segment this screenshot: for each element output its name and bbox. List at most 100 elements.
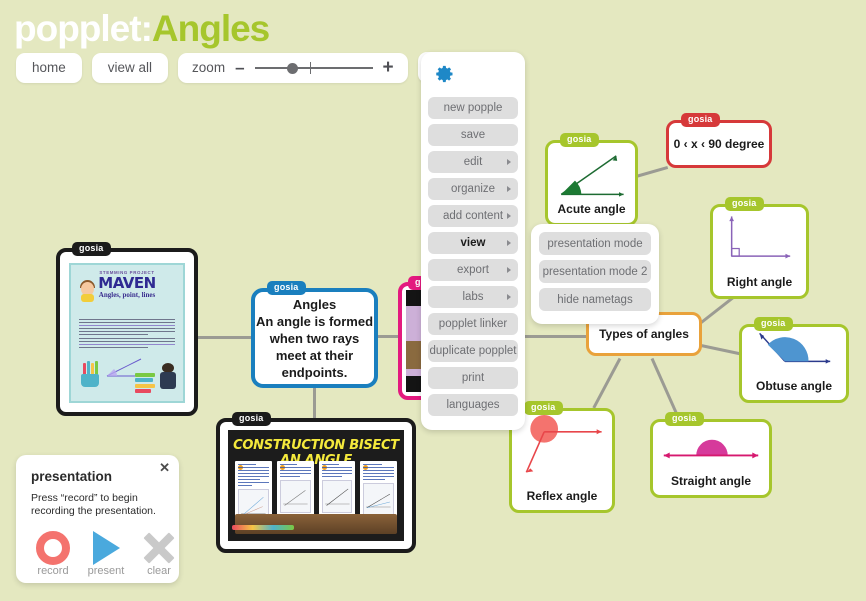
connector-types-obtuse — [700, 344, 745, 357]
zoom-label: zoom — [192, 60, 226, 75]
submenu-item-label: presentation mode — [547, 237, 643, 250]
menu-item-label: print — [461, 372, 485, 384]
bisect-ruler — [232, 525, 294, 530]
chevron-right-icon — [507, 240, 511, 246]
nametag: gosia — [560, 133, 599, 148]
nametag: gosia — [524, 401, 563, 416]
popple-acute-angle[interactable]: gosia Acute angle — [545, 133, 638, 226]
menu-item-print[interactable]: print — [428, 367, 518, 389]
view-all-button[interactable]: view all — [91, 52, 169, 83]
popple-angles[interactable]: gosia Angles An angle is formed when two… — [251, 281, 378, 388]
play-icon — [92, 531, 120, 565]
menu-item-new-popple[interactable]: new popple — [428, 97, 518, 119]
popple-types-text: Types of angles — [599, 327, 689, 341]
connector-types-reflex — [592, 357, 622, 409]
bisect-desk — [235, 514, 397, 534]
popple-obtuse-caption: Obtuse angle — [755, 379, 832, 393]
dialog-body: Press “record” to begin recording the pr… — [31, 492, 156, 517]
menu-item-duplicate-popplet[interactable]: duplicate popplet — [428, 340, 518, 362]
chevron-right-icon — [507, 159, 511, 165]
menu-item-label: view — [460, 237, 486, 249]
maven-student-figure — [160, 363, 177, 389]
submenu-item-hide-nametags[interactable]: hide nametags — [539, 288, 651, 311]
popple-right-angle[interactable]: gosia Right angle — [710, 197, 809, 299]
dialog-title: presentation — [31, 469, 113, 484]
popple-range-text: 0 ‹ x ‹ 90 degree — [673, 137, 765, 151]
menu-item-popplet-linker[interactable]: popplet linker — [428, 313, 518, 335]
brand-label: popplet: — [14, 8, 153, 49]
zoom-slider-midtick — [309, 61, 311, 74]
menu-item-labs[interactable]: labs — [428, 286, 518, 308]
acute-angle-diagram — [560, 155, 624, 197]
menu-item-organize[interactable]: organize — [428, 178, 518, 200]
menu-item-languages[interactable]: languages — [428, 394, 518, 416]
connector-angles-bisect — [313, 388, 316, 419]
home-button[interactable]: home — [16, 52, 82, 83]
submenu-item-presentation-mode[interactable]: presentation mode — [539, 232, 651, 255]
menu-item-edit[interactable]: edit — [428, 151, 518, 173]
menu-item-label: new popple — [443, 102, 503, 114]
popple-maven-document[interactable]: gosia STEMMING PROJECT MAVEN Angles, poi… — [56, 242, 198, 416]
connector-acute-range — [635, 165, 669, 178]
bisect-poster: CONSTRUCTION BISECT AN ANGLE — [228, 430, 404, 541]
dialog-buttons: record present clear — [29, 531, 183, 577]
menu-item-label: organize — [450, 183, 496, 195]
zoom-slider[interactable] — [254, 61, 373, 75]
obtuse-angle-diagram — [759, 332, 831, 364]
present-label: present — [87, 565, 125, 577]
popple-angle-range[interactable]: gosia 0 ‹ x ‹ 90 degree — [666, 113, 772, 168]
nametag: gosia — [725, 197, 764, 212]
page-title: popplet:Angles — [14, 8, 270, 50]
nametag: gosia — [72, 242, 111, 257]
chevron-right-icon — [507, 267, 511, 273]
presentation-dialog[interactable]: ✕ presentation Press “record” to begin r… — [16, 455, 179, 583]
zoom-control[interactable]: zoom – + — [178, 52, 408, 83]
chevron-right-icon — [507, 294, 511, 300]
maven-body-text — [79, 319, 175, 350]
clear-button[interactable]: clear — [135, 531, 183, 577]
menu-item-export[interactable]: export — [428, 259, 518, 281]
clear-icon — [142, 531, 176, 565]
zoom-out-button[interactable]: – — [235, 59, 244, 76]
menu-item-label: save — [460, 129, 486, 141]
nametag: gosia — [754, 317, 793, 332]
menu-item-label: edit — [463, 156, 483, 168]
maven-books — [135, 371, 155, 393]
settings-menu[interactable]: new popple save edit organize add content vie… — [421, 52, 525, 430]
menu-item-label: languages — [446, 399, 500, 411]
right-angle-diagram — [729, 216, 791, 259]
popple-obtuse-angle[interactable]: gosia Obtuse angle — [739, 317, 849, 403]
record-label: record — [37, 565, 69, 577]
view-submenu[interactable]: presentation mode presentation mode 2 hide… — [531, 224, 659, 324]
clear-label: clear — [147, 565, 171, 577]
popple-straight-angle[interactable]: gosia Straight angle — [650, 412, 772, 498]
submenu-item-presentation-mode-2[interactable]: presentation mode 2 — [539, 260, 651, 283]
zoom-slider-knob[interactable] — [286, 62, 298, 74]
menu-item-label: popplet linker — [438, 318, 508, 330]
zoom-in-button[interactable]: + — [383, 58, 394, 77]
popple-straight-caption: Straight angle — [670, 474, 751, 488]
record-icon — [36, 531, 70, 565]
chevron-right-icon — [507, 213, 511, 219]
reflex-angle-diagram — [525, 414, 602, 473]
popplet-canvas[interactable]: popplet:Angles home view all zoom – + go… — [0, 0, 866, 601]
close-icon[interactable]: ✕ — [159, 460, 170, 476]
popple-right-caption: Right angle — [726, 275, 793, 289]
menu-item-add-content[interactable]: add content — [428, 205, 518, 227]
gear-icon[interactable] — [435, 64, 455, 84]
menu-item-view[interactable]: view — [428, 232, 518, 254]
record-button[interactable]: record — [29, 531, 77, 577]
popple-bisect-document[interactable]: gosia CONSTRUCTION BISECT AN ANGLE — [216, 412, 416, 553]
menu-item-save[interactable]: save — [428, 124, 518, 146]
toolbar: home view all zoom – + — [16, 52, 449, 83]
popple-reflex-angle[interactable]: gosia Reflex angle — [509, 401, 615, 513]
connector-maven-angles — [197, 336, 253, 339]
present-button[interactable]: present — [82, 531, 130, 577]
chevron-right-icon — [507, 186, 511, 192]
menu-item-label: duplicate popplet — [429, 345, 517, 357]
nametag: gosia — [665, 412, 704, 427]
maven-avatar-body — [81, 294, 94, 302]
submenu-item-label: presentation mode 2 — [542, 265, 648, 278]
menu-item-label: labs — [462, 291, 484, 303]
nametag: gosia — [681, 113, 720, 128]
